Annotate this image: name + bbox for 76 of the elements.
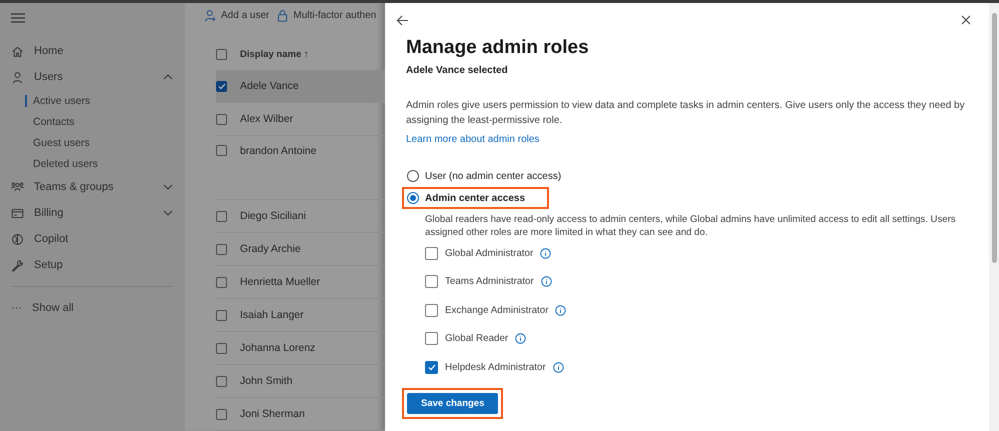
save-button[interactable]: Save changes xyxy=(407,392,498,414)
learn-more-link[interactable]: Learn more about admin roles xyxy=(406,134,540,145)
role-label[interactable]: Global Administrator xyxy=(445,248,534,259)
panel-title: Manage admin roles xyxy=(406,37,590,59)
row-checkbox[interactable] xyxy=(216,376,227,386)
description-text: Admin roles give users permission to view data and complete tasks in admin centers. Give users only the access they need by assigning the least-permissive role. xyxy=(406,99,966,128)
role-checkbox[interactable] xyxy=(425,304,438,317)
nav-subitem[interactable]: Guest users xyxy=(0,132,185,153)
column-header[interactable]: Display name ↑ xyxy=(240,49,309,60)
copilot-icon xyxy=(11,232,24,246)
lock-icon xyxy=(276,8,290,22)
toolbar-button[interactable]: Add a user xyxy=(204,8,270,22)
role-label[interactable]: Helpdesk Administrator xyxy=(445,362,546,373)
row-checkbox[interactable] xyxy=(216,210,227,222)
user-name: Diego Siciliani xyxy=(240,210,306,222)
row-checkbox[interactable] xyxy=(216,145,227,156)
user-name: Grady Archie xyxy=(240,243,301,255)
menu-icon[interactable] xyxy=(11,12,25,24)
wrench-icon xyxy=(11,258,24,272)
role-checkbox[interactable] xyxy=(425,360,438,374)
nav-item[interactable]: Users xyxy=(0,64,185,90)
user-name: Joni Sherman xyxy=(240,408,305,420)
nav-item[interactable]: Home xyxy=(0,38,185,64)
nav-subitem[interactable]: Active users xyxy=(0,90,185,111)
home-icon xyxy=(11,44,24,58)
nav-item[interactable]: Teams & groups xyxy=(0,174,185,200)
role-checkbox[interactable] xyxy=(425,246,438,260)
row-checkbox[interactable] xyxy=(216,244,227,254)
checkmark-icon xyxy=(218,82,226,90)
row-checkbox[interactable] xyxy=(216,276,227,288)
user-name: Isaiah Langer xyxy=(240,309,304,321)
row-checkbox[interactable] xyxy=(216,114,227,124)
user-name: brandon Antoine xyxy=(240,145,316,157)
row-checkbox[interactable] xyxy=(216,80,227,92)
info-icon[interactable] xyxy=(540,276,552,288)
nav-item[interactable]: Copilot xyxy=(0,226,185,252)
person-add-icon xyxy=(204,8,217,22)
person-icon xyxy=(11,70,24,84)
close-button[interactable] xyxy=(959,13,973,27)
user-name: Alex Wilber xyxy=(240,113,294,125)
user-row[interactable]: Adele Vance xyxy=(216,70,385,103)
role-label[interactable]: Global Reader xyxy=(445,333,508,344)
select-all-checkbox[interactable] xyxy=(216,49,227,60)
card-icon xyxy=(11,206,24,220)
info-icon[interactable] xyxy=(552,362,564,373)
show-all-item[interactable]: ··· Show all xyxy=(0,295,185,321)
nav-subitem[interactable]: Deleted users xyxy=(0,153,185,174)
chevron-icon[interactable] xyxy=(163,74,173,80)
radio-option[interactable]: User (no admin center access) xyxy=(402,165,586,187)
radio-option[interactable]: Admin center access xyxy=(402,187,550,209)
nav-item[interactable]: Setup xyxy=(0,252,185,278)
back-button[interactable] xyxy=(394,12,411,28)
role-checkbox[interactable] xyxy=(425,275,438,288)
user-name: Johanna Lorenz xyxy=(240,342,316,354)
nav-item[interactable]: Billing xyxy=(0,200,185,226)
checkmark-icon xyxy=(428,364,436,371)
row-checkbox[interactable] xyxy=(216,342,227,354)
info-icon[interactable] xyxy=(515,333,526,344)
row-checkbox[interactable] xyxy=(216,310,227,320)
nav-subitem[interactable]: Contacts xyxy=(0,111,185,132)
chevron-icon[interactable] xyxy=(163,210,173,216)
info-icon[interactable] xyxy=(540,248,552,259)
user-name: John Smith xyxy=(240,375,293,387)
row-checkbox[interactable] xyxy=(216,408,227,420)
user-name: Henrietta Mueller xyxy=(240,276,320,288)
role-label[interactable]: Teams Administrator xyxy=(445,276,534,288)
people-icon xyxy=(11,180,24,194)
scrollbar[interactable] xyxy=(989,3,999,431)
role-checkbox[interactable] xyxy=(425,332,438,346)
panel-subtitle: Adele Vance selected xyxy=(406,65,509,76)
role-label[interactable]: Exchange Administrator xyxy=(445,304,548,316)
roles-note: Global readers have read-only access to admin centers, while Global admins have unlimited access to edit all settings. Users assigned other roles are more limited in what they can see and do. xyxy=(425,213,957,239)
toolbar-button[interactable]: Multi-factor authen xyxy=(276,8,376,22)
info-icon[interactable] xyxy=(555,304,566,316)
user-name: Adele Vance xyxy=(240,80,299,92)
chevron-icon[interactable] xyxy=(163,184,173,190)
